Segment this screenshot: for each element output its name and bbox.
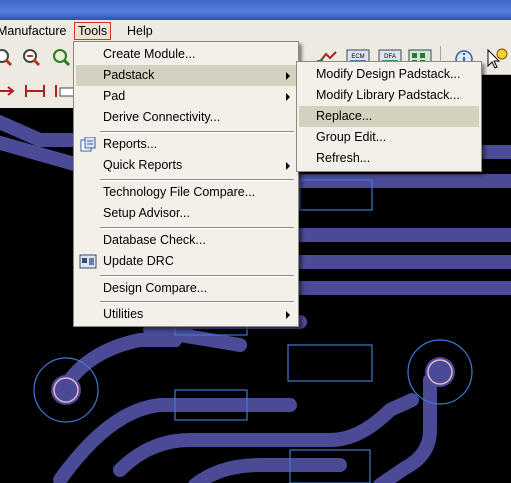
menu-item-refresh[interactable]: Refresh...	[299, 148, 479, 169]
menu-help[interactable]: Help	[124, 23, 156, 39]
submenu-arrow-icon	[286, 311, 290, 319]
menu-separator	[100, 179, 294, 181]
submenu-arrow-icon	[286, 162, 290, 170]
dimension-arrow-icon[interactable]	[0, 82, 16, 100]
menu-item-label: Database Check...	[103, 233, 206, 247]
menu-item-label: Refresh...	[316, 151, 371, 165]
menu-item-label: Padstack	[103, 68, 155, 82]
menu-separator	[100, 131, 294, 133]
menu-item-label: Technology File Compare...	[103, 185, 256, 199]
menu-item-label: Derive Connectivity...	[103, 110, 221, 124]
menu-item-label: Update DRC	[103, 254, 174, 268]
menu-item-label: Group Edit...	[316, 130, 387, 144]
menu-item-label: Quick Reports	[103, 158, 183, 172]
update-drc-icon	[79, 254, 97, 269]
dfa-badge-text: DFA	[384, 54, 396, 60]
menu-item-label: Reports...	[103, 137, 158, 151]
ecm-badge-text: ECM	[351, 54, 364, 60]
menu-item-derive-connectivity[interactable]: Derive Connectivity...	[76, 107, 296, 128]
menu-item-padstack[interactable]: Padstack	[76, 65, 296, 86]
menu-item-label: Setup Advisor...	[103, 206, 190, 220]
menu-item-label: Replace...	[316, 109, 373, 123]
secondary-toolbar	[0, 74, 78, 108]
menu-item-modify-design-padstack[interactable]: Modify Design Padstack...	[299, 64, 479, 85]
menu-separator	[100, 301, 294, 303]
menu-tools[interactable]: Tools	[74, 22, 112, 40]
menu-item-replace[interactable]: Replace...	[299, 106, 479, 127]
padstack-submenu: Modify Design Padstack... Modify Library…	[296, 61, 482, 172]
tools-menu: Create Module... Padstack Pad Derive Con…	[73, 41, 299, 327]
via-copper	[425, 357, 455, 387]
menu-item-utilities[interactable]: Utilities	[76, 304, 296, 325]
menu-item-label: Create Module...	[103, 47, 196, 61]
menu-item-design-compare[interactable]: Design Compare...	[76, 278, 296, 299]
menu-bar: Manufacture Tools Help	[0, 20, 511, 43]
zoom-fit-icon[interactable]	[52, 48, 72, 68]
help-pointer-icon[interactable]	[484, 48, 508, 70]
menu-item-label: Modify Design Padstack...	[316, 67, 461, 81]
menu-separator	[100, 227, 294, 229]
menu-separator	[100, 275, 294, 277]
menu-item-pad[interactable]: Pad	[76, 86, 296, 107]
menu-item-update-drc[interactable]: Update DRC	[76, 251, 296, 272]
zoom-out-icon[interactable]	[22, 48, 42, 68]
menu-item-quick-reports[interactable]: Quick Reports	[76, 155, 296, 176]
menu-item-group-edit[interactable]: Group Edit...	[299, 127, 479, 148]
menu-item-reports[interactable]: Reports...	[76, 134, 296, 155]
submenu-arrow-icon	[286, 93, 290, 101]
menu-item-label: Utilities	[103, 307, 144, 321]
menu-item-label: Design Compare...	[103, 281, 208, 295]
menu-item-label: Pad	[103, 89, 126, 103]
menu-item-database-check[interactable]: Database Check...	[76, 230, 296, 251]
menu-item-create-module[interactable]: Create Module...	[76, 44, 296, 65]
menu-item-label: Modify Library Padstack...	[316, 88, 460, 102]
menu-item-modify-library-padstack[interactable]: Modify Library Padstack...	[299, 85, 479, 106]
window-title-bar	[0, 0, 511, 20]
menu-item-setup-advisor[interactable]: Setup Advisor...	[76, 203, 296, 224]
reports-icon	[80, 137, 96, 152]
zoom-in-icon[interactable]	[0, 48, 14, 68]
dimension-linear-icon[interactable]	[24, 82, 46, 100]
menu-item-technology-file-compare[interactable]: Technology File Compare...	[76, 182, 296, 203]
via-copper	[51, 375, 81, 405]
submenu-arrow-icon	[286, 72, 290, 80]
menu-manufacture[interactable]: Manufacture	[0, 23, 69, 39]
